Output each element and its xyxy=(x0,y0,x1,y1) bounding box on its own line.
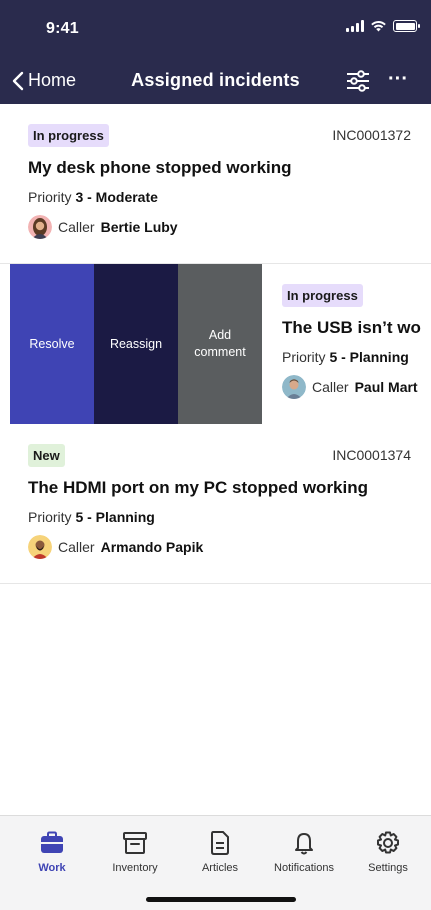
resolve-button[interactable]: Resolve xyxy=(10,264,94,424)
reassign-button[interactable]: Reassign xyxy=(94,264,178,424)
incident-card[interactable]: New INC0001374 The HDMI port on my PC st… xyxy=(0,424,431,584)
incident-priority: Priority 5 - Planning xyxy=(28,509,411,525)
incident-priority: Priority 3 - Moderate xyxy=(28,189,411,205)
incident-number: INC0001372 xyxy=(332,127,411,143)
tab-label: Notifications xyxy=(274,862,334,874)
incident-title: The HDMI port on my PC stopped working xyxy=(28,478,368,497)
tab-settings[interactable]: Settings xyxy=(348,830,428,874)
incident-card-content: In progress INC0001372 My desk phone sto… xyxy=(28,124,411,239)
incident-priority: Priority 5 - Planning xyxy=(282,349,431,365)
caller-label: Caller xyxy=(58,219,95,235)
add-comment-button[interactable]: Add comment xyxy=(178,264,262,424)
incident-title: The USB isn’t wo xyxy=(282,318,421,337)
tab-label: Inventory xyxy=(112,862,158,874)
archive-box-icon xyxy=(123,832,147,854)
swipe-actions: Resolve Reassign Add comment xyxy=(10,264,262,424)
caller-name: Bertie Luby xyxy=(100,219,178,235)
caller-label: Caller xyxy=(58,539,95,555)
tab-label: Articles xyxy=(201,862,239,874)
bell-icon xyxy=(295,833,313,855)
priority-value: 5 - Planning xyxy=(75,509,155,525)
priority-value: 5 - Planning xyxy=(329,349,409,365)
status-bar: 9:41 xyxy=(0,0,431,50)
priority-value: 3 - Moderate xyxy=(75,189,158,205)
nav-bar: Home Assigned incidents ··· xyxy=(0,56,431,104)
more-options-button[interactable]: ··· xyxy=(385,68,411,94)
tab-label: Work xyxy=(38,862,66,874)
priority-label: Priority xyxy=(28,509,72,525)
avatar xyxy=(282,375,306,399)
status-badge: In progress xyxy=(28,124,109,147)
home-indicator xyxy=(146,897,296,902)
caller-name: Paul Mart xyxy=(354,379,418,395)
incident-caller: Caller Armando Papik xyxy=(28,535,411,559)
tab-work[interactable]: Work xyxy=(12,830,92,874)
incident-caller: Caller Paul Mart xyxy=(282,375,431,399)
status-icons xyxy=(346,20,420,32)
incident-title: My desk phone stopped working xyxy=(28,158,292,177)
caller-label: Caller xyxy=(312,379,349,395)
tab-inventory[interactable]: Inventory xyxy=(95,830,175,874)
tab-bar: Work Inventory Articles Notifications Se… xyxy=(0,815,431,910)
gear-icon xyxy=(377,831,399,854)
status-time: 9:41 xyxy=(46,20,79,37)
signal-icon xyxy=(346,20,364,32)
incident-caller: Caller Bertie Luby xyxy=(28,215,411,239)
incident-number: INC0001374 xyxy=(332,447,411,463)
sliders-icon xyxy=(347,70,369,92)
tab-articles[interactable]: Articles xyxy=(180,830,260,874)
priority-label: Priority xyxy=(282,349,326,365)
top-header: 9:41 Home Assigned incidents ··· xyxy=(0,0,431,104)
filter-button[interactable] xyxy=(345,68,371,94)
avatar xyxy=(28,535,52,559)
avatar xyxy=(28,215,52,239)
status-badge: In progress xyxy=(282,284,363,307)
caller-name: Armando Papik xyxy=(100,539,204,555)
document-icon xyxy=(211,831,229,855)
app-screen: 9:41 Home Assigned incidents ··· In prog… xyxy=(0,0,431,910)
tab-notifications[interactable]: Notifications xyxy=(264,830,344,874)
incident-card-content: New INC0001374 The HDMI port on my PC st… xyxy=(28,444,411,559)
incident-list: In progress INC0001372 My desk phone sto… xyxy=(0,104,431,584)
tab-label: Settings xyxy=(368,862,408,874)
incident-card-swiped[interactable]: Resolve Reassign Add comment In progress… xyxy=(0,264,431,424)
briefcase-icon xyxy=(41,831,63,853)
incident-card[interactable]: In progress INC0001372 My desk phone sto… xyxy=(0,104,431,264)
incident-card-content: In progress The USB isn’t wo Priority 5 … xyxy=(282,284,431,399)
wifi-icon xyxy=(371,20,386,32)
status-badge: New xyxy=(28,444,65,467)
battery-icon xyxy=(393,20,420,32)
priority-label: Priority xyxy=(28,189,72,205)
